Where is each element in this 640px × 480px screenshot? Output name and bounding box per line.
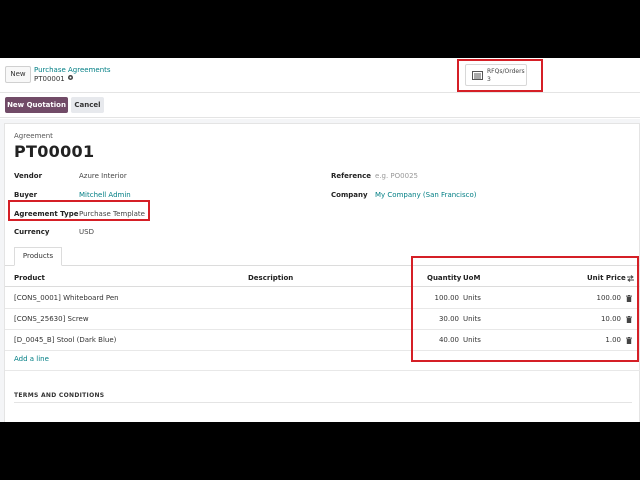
table-row[interactable]: [CONS_25630] Screw 30.00 Units 10.00 bbox=[5, 309, 640, 330]
trash-icon[interactable] bbox=[626, 316, 632, 323]
column-settings-icon[interactable] bbox=[627, 275, 634, 282]
table-bottom-divider bbox=[5, 370, 640, 371]
rfqs-orders-smart-button[interactable]: RFQs/Orders 3 bbox=[465, 64, 527, 86]
column-description[interactable]: Description bbox=[248, 274, 293, 282]
currency-label: Currency bbox=[14, 228, 50, 236]
breadcrumb-parent-link[interactable]: Purchase Agreements bbox=[34, 66, 111, 74]
buyer-field[interactable]: Mitchell Admin bbox=[79, 191, 131, 199]
agreement-type-field[interactable]: Purchase Template bbox=[79, 210, 145, 218]
vendor-field[interactable]: Azure Interior bbox=[79, 172, 127, 180]
product-cell[interactable]: [CONS_0001] Whiteboard Pen bbox=[14, 294, 119, 302]
terms-field[interactable] bbox=[14, 402, 632, 403]
trash-icon[interactable] bbox=[626, 295, 632, 302]
currency-field[interactable]: USD bbox=[79, 228, 94, 236]
agreement-type-label: Agreement Type bbox=[14, 210, 79, 218]
tab-products[interactable]: Products bbox=[14, 247, 62, 266]
column-product[interactable]: Product bbox=[14, 274, 45, 282]
quantity-cell[interactable]: 40.00 bbox=[439, 336, 459, 344]
new-quotation-button[interactable]: New Quotation bbox=[5, 97, 68, 113]
vendor-label: Vendor bbox=[14, 172, 43, 180]
unit-price-cell[interactable]: 1.00 bbox=[605, 336, 621, 344]
quantity-cell[interactable]: 100.00 bbox=[435, 294, 460, 302]
column-unit-price[interactable]: Unit Price bbox=[587, 274, 626, 282]
table-row[interactable]: [CONS_0001] Whiteboard Pen 100.00 Units … bbox=[5, 288, 640, 309]
list-icon bbox=[472, 71, 483, 80]
page-title: PT00001 bbox=[14, 142, 95, 161]
trash-icon[interactable] bbox=[626, 337, 632, 344]
product-cell[interactable]: [CONS_25630] Screw bbox=[14, 315, 89, 323]
company-field[interactable]: My Company (San Francisco) bbox=[375, 191, 476, 199]
control-panel: New Purchase Agreements PT00001 RFQs/Ord… bbox=[0, 58, 640, 93]
product-cell[interactable]: [D_0045_B] Stool (Dark Blue) bbox=[14, 336, 116, 344]
breadcrumb-current: PT00001 bbox=[34, 75, 65, 83]
sheet-background: Agreement PT00001 Vendor Azure Interior … bbox=[0, 119, 640, 422]
company-label: Company bbox=[331, 191, 368, 199]
terms-heading: TERMS AND CONDITIONS bbox=[14, 392, 105, 399]
column-uom[interactable]: UoM bbox=[463, 274, 480, 282]
gear-icon[interactable] bbox=[67, 74, 74, 81]
uom-cell[interactable]: Units bbox=[463, 336, 481, 344]
table-row[interactable]: [D_0045_B] Stool (Dark Blue) 40.00 Units… bbox=[5, 330, 640, 351]
quantity-cell[interactable]: 30.00 bbox=[439, 315, 459, 323]
new-button[interactable]: New bbox=[5, 66, 31, 83]
smart-button-label: RFQs/Orders bbox=[487, 68, 525, 75]
form-view: New Purchase Agreements PT00001 RFQs/Ord… bbox=[0, 58, 640, 422]
agreement-sublabel: Agreement bbox=[14, 132, 53, 140]
form-sheet: Agreement PT00001 Vendor Azure Interior … bbox=[4, 123, 640, 422]
add-line-link[interactable]: Add a line bbox=[14, 355, 49, 363]
reference-label: Reference bbox=[331, 172, 372, 180]
tab-divider bbox=[5, 265, 640, 266]
column-quantity[interactable]: Quantity bbox=[427, 274, 461, 282]
smart-button-count: 3 bbox=[487, 76, 491, 83]
buyer-label: Buyer bbox=[14, 191, 38, 199]
status-bar: New Quotation Cancel bbox=[0, 94, 640, 118]
unit-price-cell[interactable]: 10.00 bbox=[601, 315, 621, 323]
reference-field[interactable]: e.g. PO0025 bbox=[375, 172, 418, 180]
uom-cell[interactable]: Units bbox=[463, 294, 481, 302]
table-header: Product Description Quantity UoM Unit Pr… bbox=[5, 270, 640, 287]
uom-cell[interactable]: Units bbox=[463, 315, 481, 323]
cancel-button[interactable]: Cancel bbox=[71, 97, 104, 113]
unit-price-cell[interactable]: 100.00 bbox=[597, 294, 622, 302]
